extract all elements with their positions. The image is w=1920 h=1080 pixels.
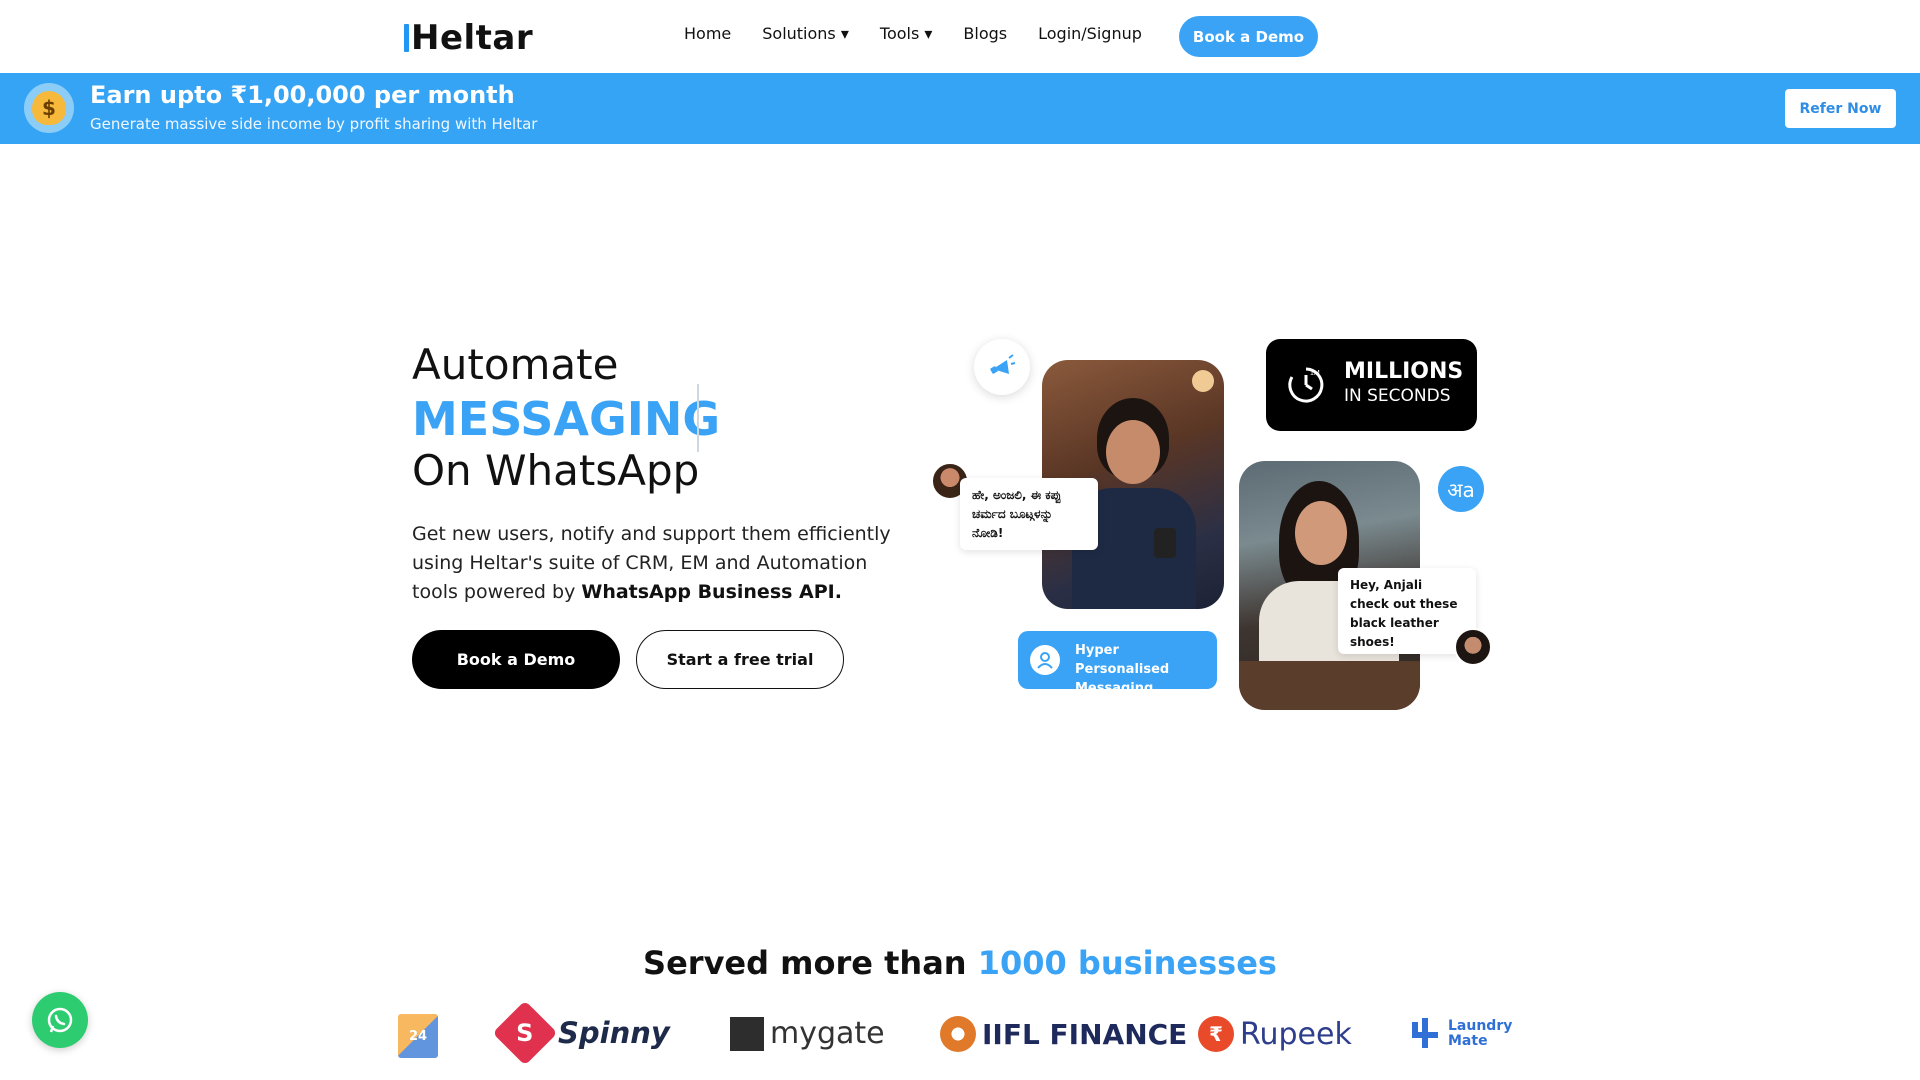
svg-text:1M: 1M [1310,370,1320,377]
client-logo-laundry-mate: Laundry Mate [1410,1018,1512,1050]
top-navbar: Heltar Home Solutions ▾ Tools ▾ Blogs Lo… [0,0,1920,73]
user-icon [1030,645,1060,675]
nav-menu: Home Solutions ▾ Tools ▾ Blogs Login/Sig… [684,24,1142,43]
client-logo-spinny: S Spinny [492,1000,670,1066]
client-logo-mygate: mygate [730,1016,885,1051]
client-logo-rupeek: ₹ Rupeek [1198,1016,1352,1052]
hero-heading-line1: Automate [412,340,619,389]
nav-tools-dropdown[interactable]: Tools ▾ [880,24,933,43]
rupeek-icon: ₹ [1198,1016,1234,1052]
whatsapp-icon [47,1007,73,1033]
hyper-line2: Messaging [1075,681,1154,696]
client-logos-strip: 24 S Spinny mygate IIFL FINANCE ₹ Rupeek… [398,1000,1528,1066]
avatar [1454,628,1492,666]
client-logo-24: 24 [398,1014,438,1058]
money-bag-icon: $ [24,83,74,133]
hero-heading-highlight: MESSAGING [412,392,721,446]
hero-heading-line3: On WhatsApp [412,446,700,495]
hero-book-demo-button[interactable]: Book a Demo [412,630,620,689]
referral-banner: $ Earn upto ₹1,00,000 per month Generate… [0,73,1920,144]
typing-cursor [697,384,699,452]
logo-mark [404,24,409,52]
hero-free-trial-button[interactable]: Start a free trial [636,630,844,689]
nav-blogs[interactable]: Blogs [963,24,1007,43]
nav-solutions-dropdown[interactable]: Solutions ▾ [762,24,849,43]
megaphone-icon [974,339,1030,395]
stopwatch-icon: 1M [1288,367,1324,403]
mygate-icon [730,1016,764,1051]
client-logo-iifl: IIFL FINANCE [940,1016,1187,1052]
hero-description: Get new users, notify and support them e… [412,523,891,603]
kannada-message-bubble: ಹೇ, ಅಂಜಲಿ, ಈ ಕಪ್ಪು ಚರ್ಮದ ಬೂಟ್ಗಳನ್ನು ನೋಡಿ… [960,478,1098,550]
hero-description-bold: WhatsApp Business API. [581,581,842,603]
hyper-line1: Hyper Personalised [1075,643,1170,677]
whatsapp-chat-button[interactable] [32,992,88,1048]
heltar-logo[interactable]: Heltar [404,18,533,58]
millions-text: MILLIONS [1344,359,1464,384]
spinny-icon: S [492,1000,558,1066]
refer-now-button[interactable]: Refer Now [1785,89,1896,128]
laundry-mate-icon [1412,1018,1438,1048]
language-translate-badge: अa [1438,466,1484,512]
banner-subtitle: Generate massive side income by profit s… [90,115,538,133]
served-highlight: 1000 businesses [977,944,1277,982]
nav-login-signup[interactable]: Login/Signup [1038,24,1142,43]
iifl-icon [940,1016,976,1052]
banner-title: Earn upto ₹1,00,000 per month [90,81,515,109]
served-heading: Served more than 1000 businesses [643,944,1277,982]
nav-home[interactable]: Home [684,24,731,43]
nav-book-demo-button[interactable]: Book a Demo [1179,16,1318,57]
logo-text: Heltar [411,18,534,58]
millions-in-seconds-card: 1M MILLIONS IN SECONDS [1266,339,1477,431]
hyper-personalised-badge: Hyper Personalised Messaging [1018,631,1217,696]
in-seconds-text: IN SECONDS [1344,386,1451,406]
